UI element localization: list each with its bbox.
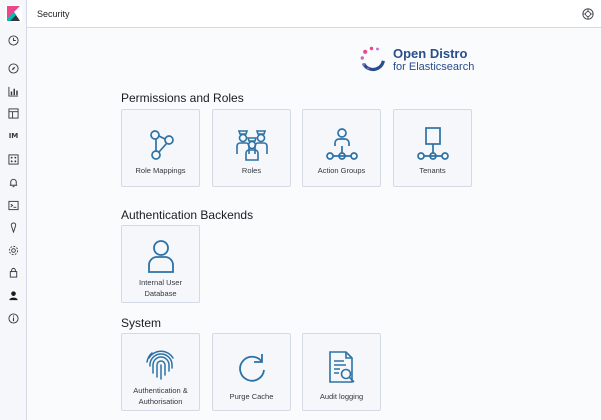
internal-user-database-tile[interactable]: Internal User Database (121, 225, 200, 303)
tile-label-line-1: Internal User (139, 278, 182, 287)
roles-tile[interactable]: Roles (212, 109, 291, 187)
role-mappings-tile[interactable]: Role Mappings (121, 109, 200, 187)
kibana-logo-icon[interactable] (5, 5, 22, 22)
info-icon[interactable] (3, 309, 24, 327)
tile-label: Action Groups (317, 166, 366, 175)
authentication-authorisation-tile[interactable]: Authentication & Authorisation (121, 333, 200, 411)
tile-label: Audit logging (319, 392, 364, 401)
tenants-tile[interactable]: Tenants (393, 109, 472, 187)
tenants-icon (416, 127, 449, 160)
tile-label: Role Mappings (135, 166, 186, 175)
lock-icon[interactable] (3, 263, 24, 281)
section-title-system: System (121, 316, 162, 330)
action-groups-tile[interactable]: Action Groups (302, 109, 381, 187)
section-title-permissions: Permissions and Roles (121, 91, 244, 105)
machine-learning-icon[interactable] (3, 150, 24, 168)
tile-label-line-1: Authentication & (133, 386, 188, 395)
roles-icon (235, 130, 268, 161)
security-user-icon[interactable] (3, 286, 24, 304)
audit-logging-tile[interactable]: Audit logging (302, 333, 381, 411)
brand-name: Open Distro (393, 46, 468, 61)
index-management-icon[interactable]: IM (3, 127, 24, 145)
management-gear-icon[interactable] (3, 241, 24, 259)
role-mappings-icon (149, 130, 174, 160)
help-icon[interactable] (580, 6, 596, 22)
tile-label: Roles (241, 166, 262, 175)
monitoring-icon[interactable] (3, 218, 24, 236)
purge-cache-tile[interactable]: Purge Cache (212, 333, 291, 411)
nav-item-text: IM (8, 132, 19, 140)
tile-label: Purge Cache (229, 392, 274, 401)
recent-icon[interactable] (3, 31, 24, 49)
fingerprint-icon (145, 350, 174, 380)
open-distro-logo: Open Distro for Elasticsearch (358, 44, 498, 76)
dev-tools-icon[interactable] (3, 196, 24, 214)
refresh-icon (238, 354, 265, 382)
side-nav: IM (0, 0, 27, 420)
brand-subtitle: for Elasticsearch (393, 61, 475, 73)
section-title-auth-backends: Authentication Backends (121, 208, 254, 222)
tile-label-line-2: Authorisation (138, 397, 183, 406)
user-icon (147, 240, 174, 273)
open-distro-mark-icon (360, 46, 386, 72)
page-title: Security (37, 9, 70, 19)
alerting-bell-icon[interactable] (3, 173, 24, 191)
tile-label-line-2: Database (144, 289, 177, 298)
audit-log-icon (328, 351, 355, 383)
action-groups-icon (325, 128, 358, 160)
top-header: Security (27, 0, 601, 28)
tile-label: Tenants (419, 166, 446, 175)
discover-icon[interactable] (3, 59, 24, 77)
visualize-icon[interactable] (3, 82, 24, 100)
dashboard-icon[interactable] (3, 104, 24, 122)
